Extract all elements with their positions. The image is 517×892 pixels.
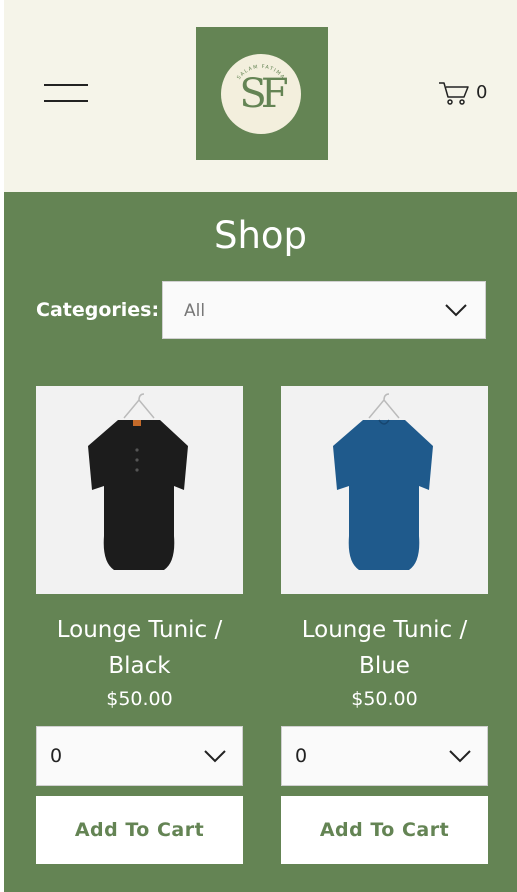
product-name-line2: Blue xyxy=(359,653,410,679)
quantity-dropdown[interactable]: 0 xyxy=(36,726,243,786)
product-name-line1: Lounge Tunic / xyxy=(301,617,468,643)
brand-logo[interactable]: SALAM FATIMA SF xyxy=(196,27,328,160)
shop-section: Shop Categories: All Lounge Tunic / Blac… xyxy=(4,192,517,892)
product-price: $50.00 xyxy=(351,688,418,710)
chevron-down-icon xyxy=(449,750,471,763)
quantity-value: 0 xyxy=(50,745,63,767)
page-title: Shop xyxy=(213,214,308,257)
cart-button[interactable]: 0 xyxy=(438,80,498,108)
tunic-image-blue xyxy=(333,393,433,570)
product-image[interactable] xyxy=(36,386,243,594)
hamburger-menu-icon[interactable] xyxy=(44,84,88,102)
chevron-down-icon xyxy=(445,304,467,317)
categories-label: Categories: xyxy=(36,299,160,321)
logo-badge: SALAM FATIMA SF xyxy=(221,54,301,134)
cart-icon xyxy=(439,82,469,105)
product-name[interactable]: Lounge Tunic / Blue xyxy=(281,612,488,684)
tunic-image-black xyxy=(88,393,188,570)
categories-dropdown[interactable]: All xyxy=(162,281,486,339)
quantity-value: 0 xyxy=(295,745,308,767)
cart-count: 0 xyxy=(476,82,488,103)
product-name-line1: Lounge Tunic / xyxy=(56,617,223,643)
add-to-cart-button[interactable]: Add To Cart xyxy=(36,796,243,864)
categories-selected-value: All xyxy=(184,301,206,321)
add-to-cart-button[interactable]: Add To Cart xyxy=(281,796,488,864)
product-price: $50.00 xyxy=(106,688,173,710)
product-name-line2: Black xyxy=(108,653,171,679)
quantity-dropdown[interactable]: 0 xyxy=(281,726,488,786)
logo-monogram: SF xyxy=(239,71,288,117)
product-name[interactable]: Lounge Tunic / Black xyxy=(36,612,243,684)
chevron-down-icon xyxy=(204,750,226,763)
site-header: SALAM FATIMA SF 0 xyxy=(4,0,517,192)
product-image[interactable] xyxy=(281,386,488,594)
